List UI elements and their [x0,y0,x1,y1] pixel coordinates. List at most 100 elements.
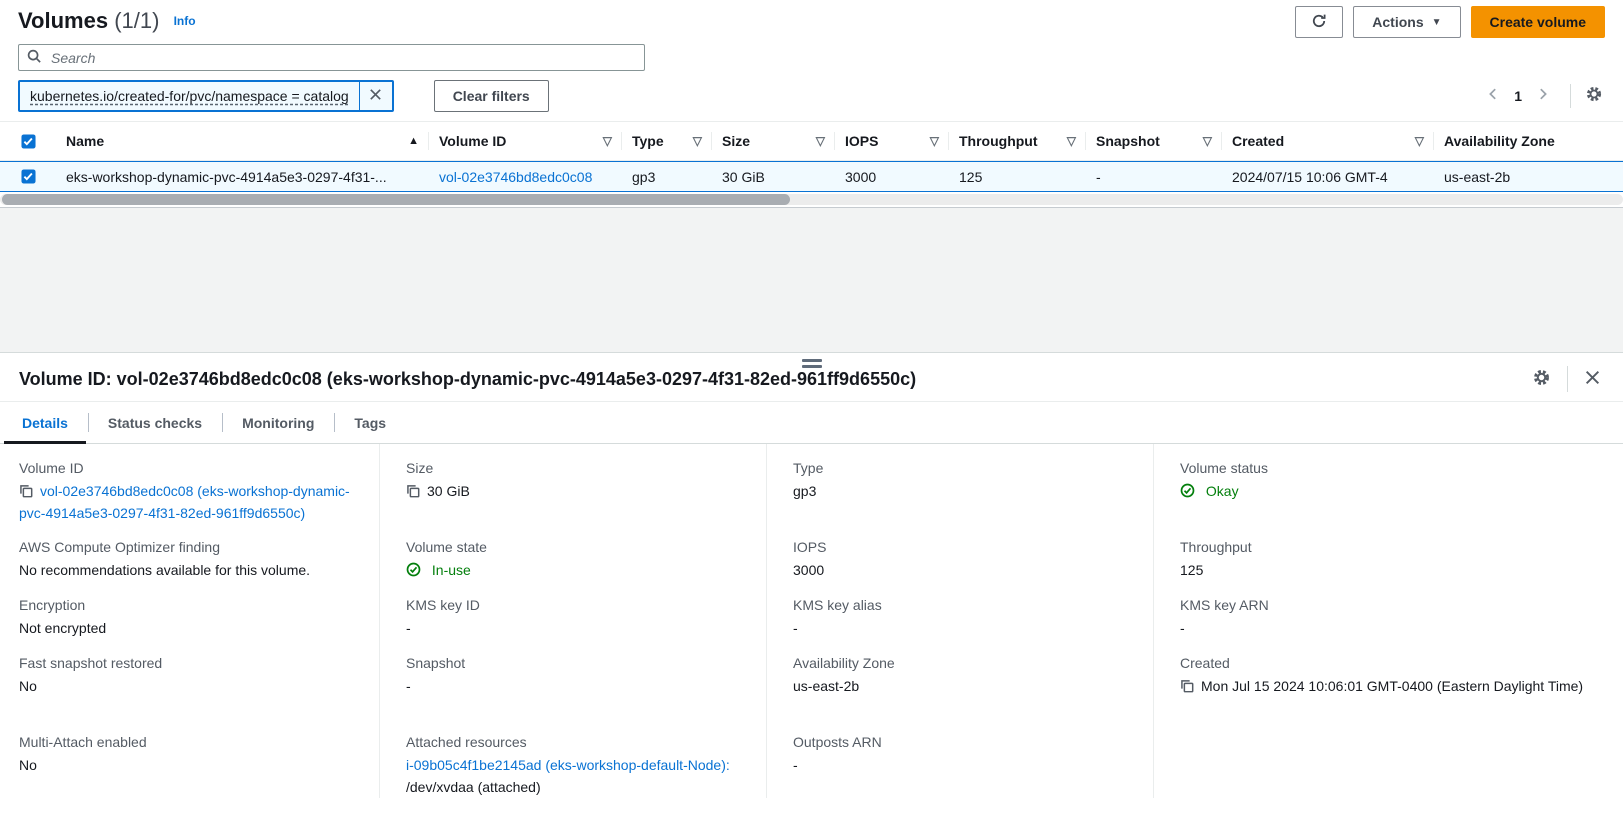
create-volume-button[interactable]: Create volume [1471,6,1605,38]
tab-monitoring[interactable]: Monitoring [222,402,334,443]
cell-iops: 3000 [835,169,949,185]
refresh-button[interactable] [1295,6,1343,38]
chevron-right-icon [1536,87,1550,104]
pagination: 1 [1478,83,1605,108]
content-background [0,208,1623,352]
status-badge: Okay [1206,483,1239,499]
field-label: Size [406,458,746,478]
field-label: Snapshot [406,653,746,673]
copy-icon[interactable] [406,484,420,501]
row-checkbox[interactable] [0,169,56,184]
field-value: - [793,754,1133,776]
column-header-iops[interactable]: IOPS ▽ [835,122,949,160]
volume-id-detail-link[interactable]: vol-02e3746bd8edc0c08 (eks-workshop-dyna… [19,483,350,521]
field-value: 30 GiB [427,483,470,499]
tab-tags[interactable]: Tags [334,402,406,443]
tab-status-checks[interactable]: Status checks [88,402,222,443]
actions-button[interactable]: Actions ▼ [1353,6,1460,38]
sort-icon: ▽ [1203,134,1212,148]
volume-id-link[interactable]: vol-02e3746bd8edc0c08 [439,169,592,185]
field-value: No [19,754,359,776]
column-label: Volume ID [439,133,506,149]
previous-page-button[interactable] [1478,83,1508,108]
field-label: Encryption [19,595,359,615]
page-title-text: Volumes [18,8,108,33]
field-value: No recommendations available for this vo… [19,559,359,581]
page-number[interactable]: 1 [1508,88,1528,104]
copy-icon[interactable] [19,484,33,501]
sort-ascending-icon: ▲ [408,135,419,147]
chevron-left-icon [1486,87,1500,104]
cell-throughput: 125 [949,169,1086,185]
field-value: - [406,617,746,639]
column-label: Snapshot [1096,133,1160,149]
field-value: No [19,675,359,697]
volume-count: (1/1) [114,8,159,33]
field-value: Not encrypted [19,617,359,639]
divider [1570,84,1571,108]
status-okay-icon [1180,485,1199,501]
filter-token: kubernetes.io/created-for/pvc/namespace … [18,80,394,112]
panel-resize-handle[interactable] [796,357,828,370]
details-column-2: Size 30 GiB Volume state In-use [379,444,766,798]
field-value: Mon Jul 15 2024 10:06:01 GMT-0400 (Easte… [1201,678,1583,694]
search-icon [27,49,42,67]
field-label: Throughput [1180,537,1603,557]
chevron-down-icon: ▼ [1432,17,1442,28]
details-column-3: Type gp3 IOPS 3000 KMS key alias - Avail… [766,444,1153,798]
column-header-type[interactable]: Type ▽ [622,122,712,160]
split-panel: Volume ID: vol-02e3746bd8edc0c08 (eks-wo… [0,352,1623,834]
column-header-name[interactable]: Name ▲ [56,122,429,160]
gear-icon [1532,368,1551,390]
field-label: AWS Compute Optimizer finding [19,537,359,557]
field-label: Type [793,458,1133,478]
table-row[interactable]: eks-workshop-dynamic-pvc-4914a5e3-0297-4… [0,161,1623,192]
close-icon [368,87,383,105]
column-header-snapshot[interactable]: Snapshot ▽ [1086,122,1222,160]
panel-title: Volume ID: vol-02e3746bd8edc0c08 (eks-wo… [19,369,916,390]
scrollbar-thumb[interactable] [2,194,790,205]
details-column-4: Volume status Okay Throughput 125 KMS ke… [1153,444,1623,798]
column-label: Type [632,133,664,149]
column-label: IOPS [845,133,878,149]
status-okay-icon [406,564,425,580]
page-title: Volumes (1/1) Info [18,6,196,36]
search-input[interactable] [49,49,636,67]
checkbox-checked-icon[interactable] [21,169,36,184]
column-header-volume-id[interactable]: Volume ID ▽ [429,122,622,160]
panel-tabs: Details Status checks Monitoring Tags [0,402,1623,444]
attached-instance-link[interactable]: i-09b05c4f1be2145ad (eks-workshop-defaul… [406,757,730,773]
field-label: Outposts ARN [793,732,1133,752]
column-label: Name [66,133,104,149]
field-label: Volume state [406,537,746,557]
tab-details[interactable]: Details [2,402,88,443]
panel-preferences-button[interactable] [1530,366,1553,392]
copy-icon[interactable] [1180,679,1194,696]
field-value: 3000 [793,559,1133,581]
field-value: us-east-2b [793,675,1133,697]
filter-row: kubernetes.io/created-for/pvc/namespace … [18,79,1605,112]
clear-filters-button[interactable]: Clear filters [434,80,549,112]
next-page-button[interactable] [1528,83,1558,108]
info-link[interactable]: Info [174,14,196,28]
panel-close-button[interactable] [1582,367,1603,391]
attached-device: /dev/xvdaa (attached) [406,779,541,795]
field-label: KMS key ARN [1180,595,1603,615]
filter-token-label[interactable]: kubernetes.io/created-for/pvc/namespace … [20,82,359,110]
filter-token-remove-button[interactable] [359,82,392,110]
column-header-throughput[interactable]: Throughput ▽ [949,122,1086,160]
checkbox-checked-icon[interactable] [21,134,36,149]
column-header-availability-zone[interactable]: Availability Zone [1434,122,1623,160]
field-label: Multi-Attach enabled [19,732,359,752]
column-header-created[interactable]: Created ▽ [1222,122,1434,160]
field-label: Fast snapshot restored [19,653,359,673]
divider [1567,366,1568,392]
column-header-size[interactable]: Size ▽ [712,122,835,160]
search-box[interactable] [18,44,645,71]
table-settings-button[interactable] [1583,83,1605,108]
field-label: Volume ID [19,458,359,478]
field-value: - [406,675,746,697]
select-all-checkbox[interactable] [0,134,56,149]
horizontal-scrollbar[interactable] [0,192,1623,208]
page-header: Volumes (1/1) Info Actions ▼ Create volu… [0,0,1623,112]
